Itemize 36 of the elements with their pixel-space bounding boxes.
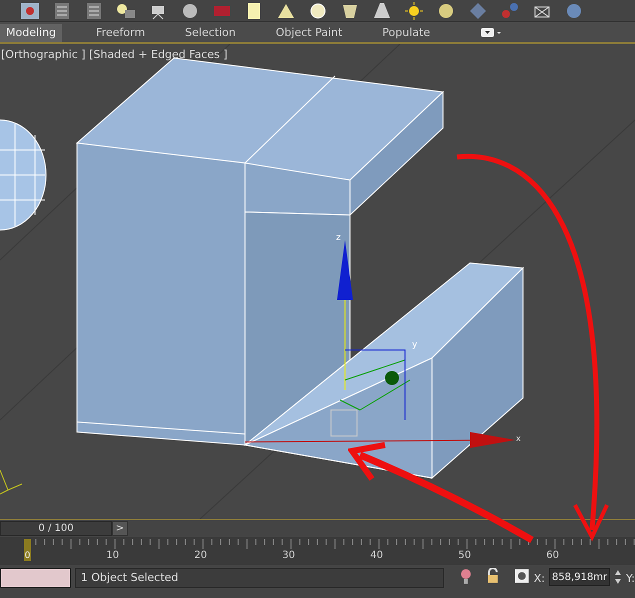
light-list-icon[interactable] <box>116 2 136 20</box>
frame-number: 40 <box>369 551 383 561</box>
y-coordinate-label: Y: <box>626 571 635 587</box>
ribbon-tab[interactable]: Modeling <box>0 24 62 42</box>
frame-number: 60 <box>545 551 559 561</box>
render-frame-icon[interactable] <box>20 2 40 20</box>
x-coordinate-field[interactable]: 858,918mr <box>548 568 610 586</box>
ribbon-tab[interactable]: Selection <box>179 24 242 42</box>
current-frame-marker[interactable]: 0 <box>24 539 31 561</box>
spinner-icon[interactable] <box>614 568 622 586</box>
viewport[interactable]: [Orthographic ] [Shaded + Edged Faces ] z y x <box>0 44 635 519</box>
script-listener-field[interactable] <box>0 568 71 588</box>
frame-number: 20 <box>193 551 207 561</box>
sun-icon[interactable] <box>404 2 424 20</box>
frame-number: 30 <box>281 551 295 561</box>
sphere-icon[interactable] <box>308 2 328 20</box>
next-frame-button[interactable]: > <box>112 521 128 536</box>
lightbulb-icon[interactable] <box>460 568 472 586</box>
axis-label: x <box>516 435 521 443</box>
dropdown-icon[interactable] <box>480 26 502 40</box>
time-slider-thumb[interactable]: 0 / 100 <box>0 521 112 536</box>
transform-box-icon[interactable] <box>514 568 530 584</box>
axis-label: z <box>336 234 341 243</box>
ribbon-tab[interactable]: Freeform <box>90 24 152 42</box>
cone-icon[interactable] <box>276 2 296 20</box>
axis-label: y <box>412 341 418 350</box>
ribbon-tab[interactable]: Object Paint <box>270 24 348 42</box>
frame-number: 50 <box>457 551 471 561</box>
ribbon-tab[interactable]: Populate <box>376 24 436 42</box>
list-icon[interactable] <box>52 2 72 20</box>
x-coordinate-label: X: <box>534 571 545 587</box>
prompt-field: 1 Object Selected <box>74 568 444 588</box>
frame-number: 10 <box>105 551 119 561</box>
lock-icon[interactable] <box>486 568 500 584</box>
viewport-label[interactable]: [Orthographic ] [Shaded + Edged Faces ] <box>1 47 228 64</box>
spotlight-icon[interactable] <box>372 2 392 20</box>
